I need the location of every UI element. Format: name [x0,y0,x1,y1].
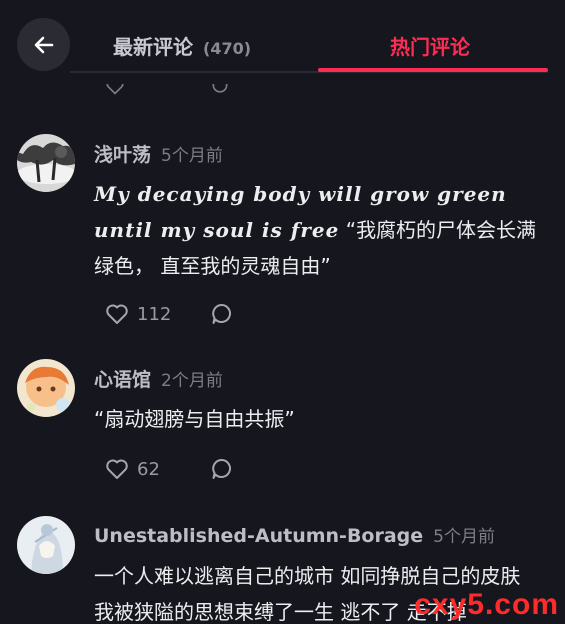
tab-latest[interactable]: 最新评论 (470) [113,31,251,59]
active-tab-indicator [318,68,548,72]
comment-actions: 112 [105,302,234,326]
like-button[interactable]: 62 [105,458,210,480]
tab-hot[interactable]: 热门评论 [390,31,470,60]
username[interactable]: Unestablished-Autumn-Borage 5个月前 [94,522,495,547]
username-text: 心语馆 [94,369,152,391]
heart-icon [106,459,128,479]
reply-button[interactable] [210,302,234,326]
heart-icon [106,304,128,324]
username-text: Unestablished-Autumn-Borage [94,525,424,547]
like-button[interactable]: 112 [105,303,210,325]
previous-comment-actions [105,84,230,98]
arrow-left-icon [34,36,53,53]
comment-bubble-icon [212,458,231,479]
comment-time: 2个月前 [161,371,223,391]
like-count: 112 [137,303,172,325]
username[interactable]: 浅叶荡 5个月前 [94,140,223,167]
tab-latest-count: (470) [203,39,252,58]
tab-latest-label: 最新评论 [113,35,193,59]
comment-time: 5个月前 [433,527,495,547]
comment-actions: 62 [105,457,234,481]
comment-text: My decaying body will grow green until m… [94,176,549,284]
comment-time: 5个月前 [161,146,223,166]
comments-header: 最新评论 (470) 热门评论 [0,0,565,78]
comment-bubble-icon [212,84,228,93]
username[interactable]: 心语馆 2个月前 [94,365,223,392]
heart-icon [106,84,124,95]
avatar[interactable] [17,516,75,574]
watermark-text: cxy5.com [414,588,559,621]
comment-text: “扇动翅膀与自由共振” [94,407,295,431]
back-button[interactable] [17,18,70,71]
reply-button[interactable] [210,457,234,481]
like-count: 62 [137,458,160,480]
username-text: 浅叶荡 [94,144,152,166]
avatar[interactable] [17,134,75,192]
avatar[interactable] [17,359,75,417]
comment-bubble-icon [212,303,231,324]
